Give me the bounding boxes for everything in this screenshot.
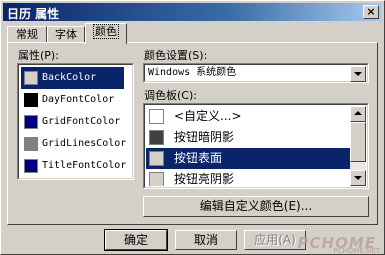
color-swatch bbox=[149, 151, 164, 166]
color-swatch bbox=[149, 130, 164, 145]
watermark-subtext: PCHOME.NET bbox=[333, 247, 380, 255]
scroll-down-button[interactable] bbox=[350, 170, 366, 186]
property-item-dayfontcolor[interactable]: DayFontColor bbox=[21, 89, 124, 111]
property-item-titlefontcolor[interactable]: TitleFontColor bbox=[21, 155, 126, 177]
palette-item-button-face[interactable]: 按钮表面 bbox=[146, 148, 350, 169]
palette-item-button-dark-shadow[interactable]: 按钮暗阴影 bbox=[146, 127, 350, 148]
chevron-up-icon bbox=[354, 111, 362, 115]
tab-general[interactable]: 常规 bbox=[7, 26, 47, 42]
color-tab-panel: 属性(P): BackColor DayFontColor GridFontCo… bbox=[7, 42, 378, 225]
palette-list[interactable]: <自定义...> 按钮暗阴影 按钮表面 按钮亮阴影 bbox=[143, 103, 369, 189]
property-item-gridlinescolor[interactable]: GridLinesColor bbox=[21, 133, 126, 155]
color-swatch bbox=[149, 172, 164, 186]
color-settings-dropdown[interactable]: Windows 系统颜色 bbox=[143, 63, 369, 83]
ok-button[interactable]: 确定 bbox=[104, 229, 168, 251]
tab-color[interactable]: 颜色 bbox=[85, 23, 127, 44]
tab-strip: 常规 字体 颜色 bbox=[7, 23, 379, 44]
scroll-up-button[interactable] bbox=[350, 106, 366, 122]
chevron-down-icon bbox=[354, 176, 362, 180]
palette-item-custom[interactable]: <自定义...> bbox=[146, 106, 350, 127]
color-swatch bbox=[24, 71, 38, 85]
color-swatch bbox=[149, 109, 164, 124]
color-settings-value: Windows 系统颜色 bbox=[148, 67, 237, 78]
palette-item-button-highlight[interactable]: 按钮亮阴影 bbox=[146, 169, 350, 186]
tab-font[interactable]: 字体 bbox=[47, 26, 85, 42]
property-item-gridfontcolor[interactable]: GridFontColor bbox=[21, 111, 124, 133]
color-swatch bbox=[24, 159, 38, 173]
palette-scrollbar[interactable] bbox=[350, 106, 366, 186]
color-swatch bbox=[24, 137, 38, 151]
properties-dialog: 日历 属性 × 常规 字体 颜色 属性(P): BackColor DayFon… bbox=[0, 0, 385, 255]
property-item-backcolor[interactable]: BackColor bbox=[21, 67, 124, 89]
color-swatch bbox=[24, 93, 38, 107]
properties-label: 属性(P): bbox=[18, 49, 59, 62]
title-bar[interactable]: 日历 属性 × bbox=[3, 3, 382, 21]
window-title: 日历 属性 bbox=[7, 7, 60, 21]
scroll-thumb[interactable] bbox=[350, 122, 366, 162]
color-settings-label: 颜色设置(S): bbox=[144, 49, 208, 62]
cancel-button[interactable]: 取消 bbox=[175, 230, 237, 250]
edit-custom-colors-button[interactable]: 编辑自定义颜色(E)... bbox=[143, 196, 369, 217]
chevron-down-icon bbox=[354, 72, 362, 76]
dropdown-button[interactable] bbox=[350, 66, 366, 82]
palette-label: 调色板(C): bbox=[144, 89, 197, 102]
color-swatch bbox=[24, 115, 38, 129]
properties-list[interactable]: BackColor DayFontColor GridFontColor Gri… bbox=[17, 63, 134, 180]
close-button[interactable]: × bbox=[363, 5, 379, 19]
